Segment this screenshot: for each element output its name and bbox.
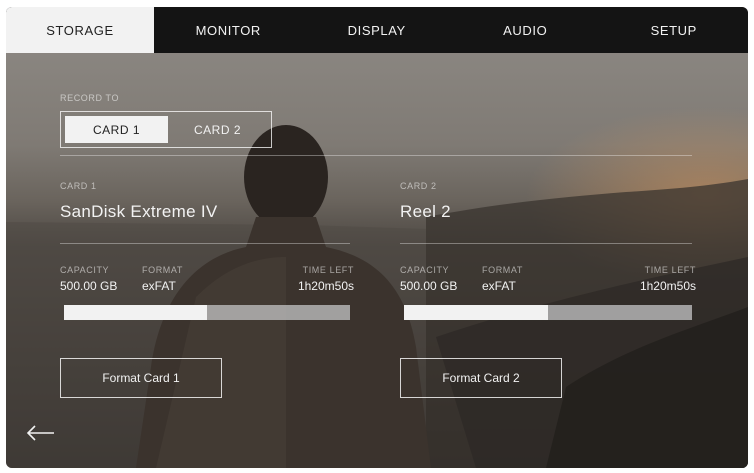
card1-format: exFAT — [142, 279, 176, 293]
record-to-card2-button[interactable]: CARD 2 — [166, 116, 269, 143]
card2-capacity-label: CAPACITY — [400, 265, 450, 275]
card2-capacity: 500.00 GB — [400, 279, 458, 293]
card1-capacity-label: CAPACITY — [60, 265, 110, 275]
record-to-label: RECORD TO — [60, 93, 120, 103]
format-card2-button[interactable]: Format Card 2 — [400, 358, 562, 398]
card2-divider — [400, 243, 692, 244]
divider — [60, 155, 692, 156]
card2-name: Reel 2 — [400, 202, 451, 221]
tab-display[interactable]: DISPLAY — [303, 7, 452, 53]
card2-usage-fill — [404, 305, 548, 320]
card2-usage-bar — [404, 305, 692, 320]
card1-time-left: 1h20m50s — [297, 279, 354, 293]
card2-format-label: FORMAT — [482, 265, 523, 275]
card1-usage-bar — [64, 305, 350, 320]
card1-divider — [60, 243, 350, 244]
card1-usage-fill — [64, 305, 207, 320]
card2-format: exFAT — [482, 279, 516, 293]
tab-monitor[interactable]: MONITOR — [154, 7, 303, 53]
tab-bar: STORAGE MONITOR DISPLAY AUDIO SETUP — [6, 7, 748, 53]
card2-slot-label: CARD 2 — [400, 181, 437, 191]
back-arrow-icon[interactable] — [26, 425, 56, 441]
card2-time-left-label: TIME LEFT — [644, 265, 696, 275]
card1-slot-label: CARD 1 — [60, 181, 97, 191]
format-card1-button[interactable]: Format Card 1 — [60, 358, 222, 398]
tab-storage[interactable]: STORAGE — [6, 7, 154, 53]
person-silhouette — [136, 125, 431, 468]
record-to-selector: CARD 1 CARD 2 — [60, 111, 272, 148]
card1-name: SanDisk Extreme IV — [60, 202, 218, 221]
card1-capacity: 500.00 GB — [60, 279, 118, 293]
camera-storage-screen: STORAGE MONITOR DISPLAY AUDIO SETUP RECO… — [6, 7, 748, 468]
tab-audio[interactable]: AUDIO — [451, 7, 600, 53]
card1-format-label: FORMAT — [142, 265, 183, 275]
record-to-card1-button[interactable]: CARD 1 — [65, 116, 168, 143]
card1-time-left-label: TIME LEFT — [302, 265, 354, 275]
card2-time-left: 1h20m50s — [639, 279, 696, 293]
tab-setup[interactable]: SETUP — [600, 7, 749, 53]
